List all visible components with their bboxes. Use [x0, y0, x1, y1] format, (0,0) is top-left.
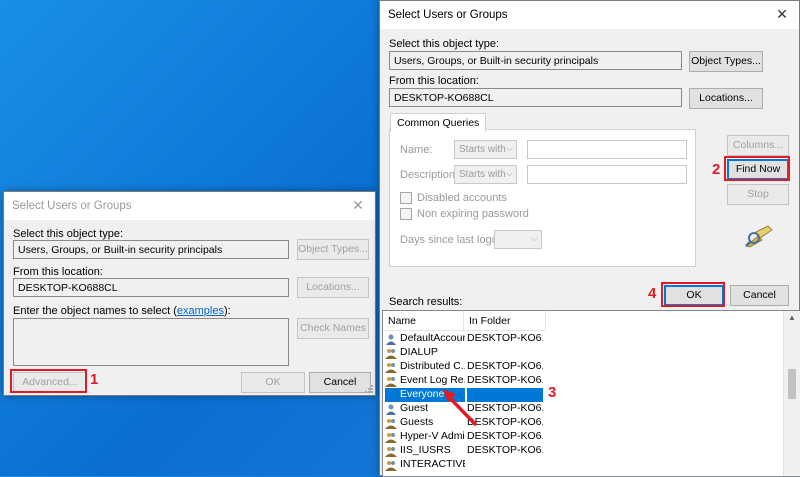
location-field: DESKTOP-KO688CL: [13, 278, 289, 297]
ok-highlight-box: [661, 282, 725, 307]
object-types-button[interactable]: Object Types...: [689, 51, 763, 72]
columns-button[interactable]: Columns...: [727, 135, 789, 156]
results-scrollbar[interactable]: ▲: [783, 311, 800, 476]
small-dialog-title: Select Users or Groups: [12, 200, 132, 212]
small-select-users-dialog: Select Users or Groups ✕ Select this obj…: [3, 191, 376, 396]
find-now-highlight-box: [724, 156, 790, 181]
list-item[interactable]: DefaultAccount DESKTOP-KO6...: [383, 332, 543, 346]
red-arrow-icon: [442, 389, 477, 426]
check-names-button[interactable]: Check Names: [297, 318, 369, 339]
object-type-label: Select this object type:: [13, 228, 124, 240]
description-input[interactable]: [527, 165, 687, 184]
enter-names-label: Enter the object names to select (exampl…: [13, 305, 231, 317]
disabled-accounts-checkbox[interactable]: [400, 192, 412, 204]
description-label: Description:: [400, 169, 459, 181]
days-since-logon-label: Days since last logon:: [400, 234, 507, 246]
name-starts-with-combo[interactable]: Starts with ⌵: [454, 140, 517, 159]
step-1-marker: 1: [90, 371, 99, 388]
object-type-field: Users, Groups, or Built-in security prin…: [389, 51, 682, 70]
scroll-up-icon[interactable]: ▲: [788, 313, 796, 322]
chevron-down-icon: ⌵: [506, 168, 513, 178]
tab-common-queries[interactable]: Common Queries: [390, 113, 487, 132]
column-header-folder[interactable]: In Folder: [464, 311, 546, 331]
small-dialog-titlebar: Select Users or Groups ✕: [4, 192, 375, 220]
location-field: DESKTOP-KO688CL: [389, 88, 682, 107]
small-cancel-button[interactable]: Cancel: [309, 372, 371, 393]
object-type-field: Users, Groups, or Built-in security prin…: [13, 240, 289, 259]
list-item[interactable]: DIALUP: [383, 346, 543, 360]
small-ok-button[interactable]: OK: [241, 372, 305, 393]
object-names-textarea[interactable]: [13, 318, 289, 366]
close-icon[interactable]: ✕: [773, 5, 791, 23]
step-4-marker: 4: [648, 285, 657, 302]
non-expiring-password-label: Non expiring password: [417, 208, 529, 220]
non-expiring-password-checkbox[interactable]: [400, 208, 412, 220]
cancel-button[interactable]: Cancel: [730, 285, 789, 306]
chevron-down-icon: ⌵: [531, 233, 538, 243]
disabled-accounts-label: Disabled accounts: [417, 192, 507, 204]
column-header-name[interactable]: Name: [383, 311, 464, 331]
location-label: From this location:: [13, 266, 103, 278]
locations-button[interactable]: Locations...: [297, 277, 369, 298]
examples-link[interactable]: examples: [177, 305, 224, 317]
common-queries-panel: Name: Starts with ⌵ Description: Starts w…: [389, 129, 696, 267]
large-dialog-titlebar: Select Users or Groups ✕: [380, 1, 799, 29]
step-3-marker: 3: [548, 384, 557, 401]
list-item[interactable]: Distributed C... DESKTOP-KO6...: [383, 360, 543, 374]
search-key-icon: [745, 225, 773, 248]
resize-grip-icon[interactable]: [364, 384, 374, 394]
description-starts-with-combo[interactable]: Starts with ⌵: [454, 165, 517, 184]
scrollbar-thumb[interactable]: [788, 369, 796, 399]
days-since-logon-combo[interactable]: ⌵: [494, 230, 542, 249]
locations-button[interactable]: Locations...: [689, 88, 763, 109]
list-item[interactable]: IIS_IUSRS DESKTOP-KO6...: [383, 444, 543, 458]
name-input[interactable]: [527, 140, 687, 159]
search-results-label: Search results:: [389, 296, 463, 308]
location-label: From this location:: [389, 75, 479, 87]
advanced-highlight-box: [10, 369, 87, 393]
close-icon[interactable]: ✕: [349, 196, 367, 214]
step-2-marker: 2: [712, 161, 721, 178]
large-dialog-title: Select Users or Groups: [388, 9, 508, 21]
object-types-button[interactable]: Object Types...: [297, 239, 369, 260]
list-item[interactable]: INTERACTIVE: [383, 458, 543, 472]
name-label: Name:: [400, 144, 433, 156]
stop-button[interactable]: Stop: [727, 184, 789, 205]
chevron-down-icon: ⌵: [506, 143, 513, 153]
object-type-label: Select this object type:: [389, 38, 500, 50]
